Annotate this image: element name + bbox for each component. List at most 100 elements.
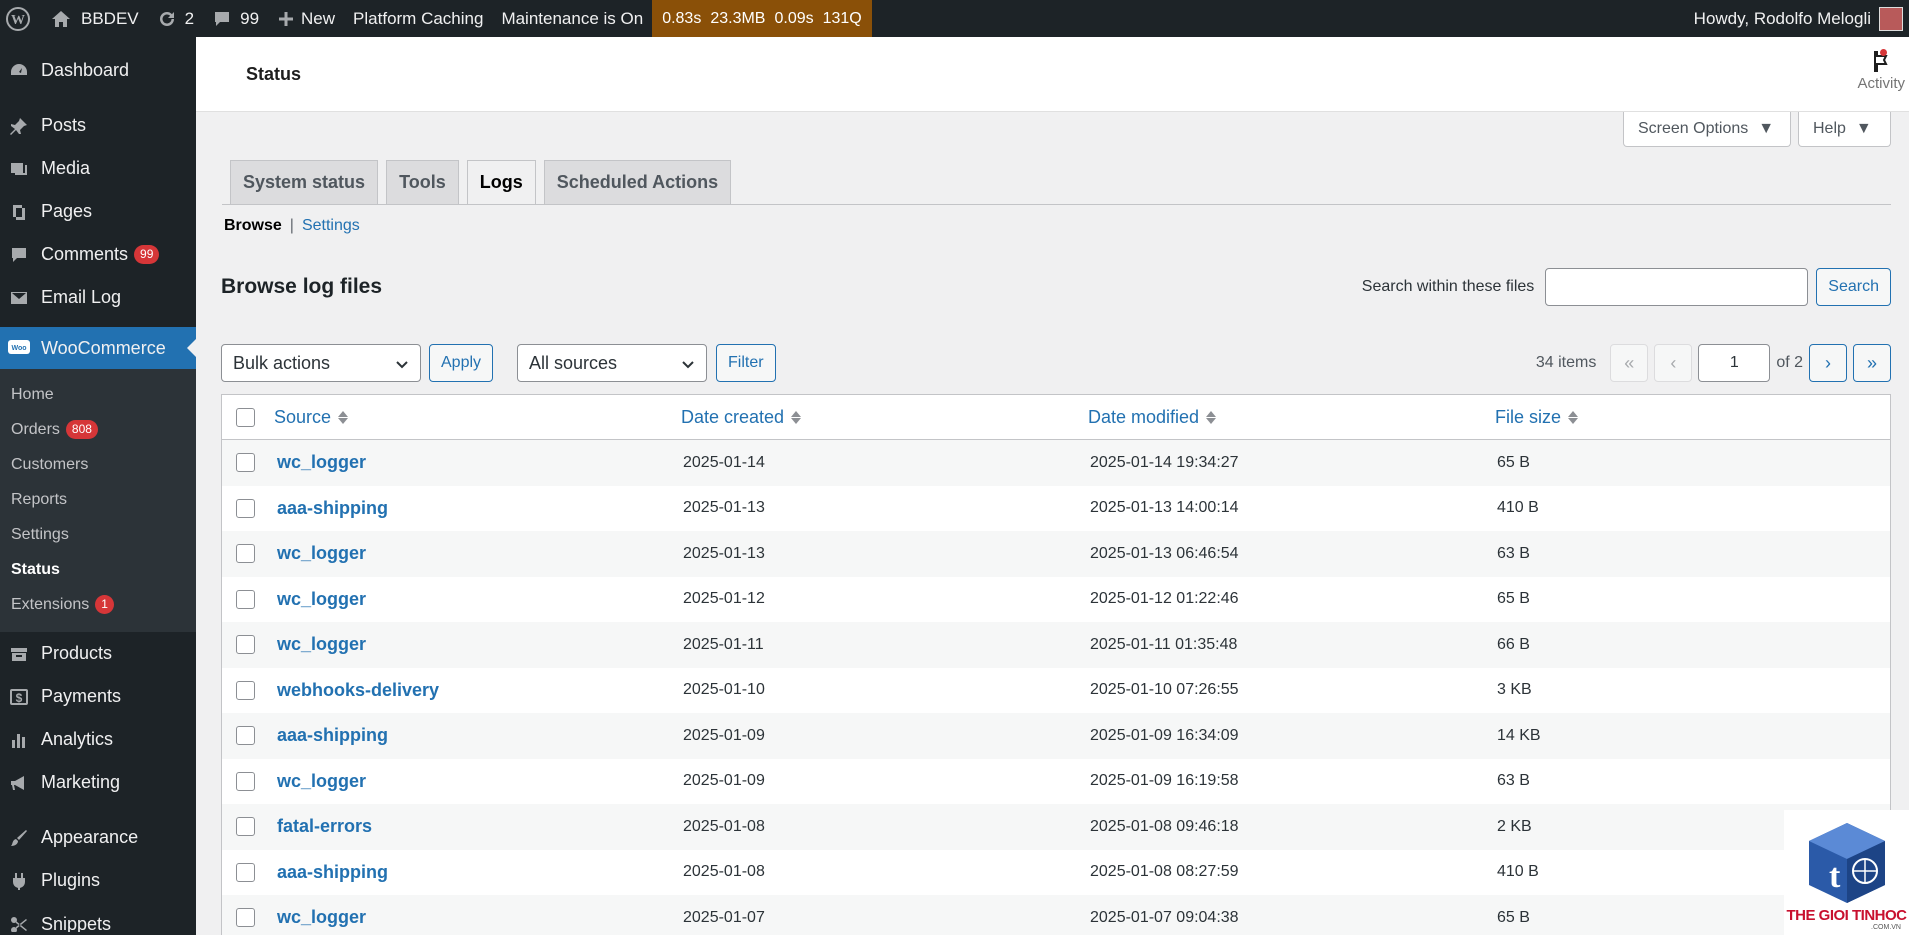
watermark-logo: t THE GIOI TINHOC .COM.VN: [1784, 810, 1909, 935]
submenu-settings[interactable]: Settings: [0, 517, 196, 552]
date-created: 2025-01-07: [683, 908, 765, 926]
menu-label: Media: [41, 158, 91, 178]
current-page-input[interactable]: 1: [1698, 344, 1771, 382]
submenu-home[interactable]: Home: [0, 377, 196, 412]
sort-icon: [791, 410, 802, 424]
filter-button[interactable]: Filter: [716, 344, 776, 382]
row-checkbox[interactable]: [236, 726, 255, 746]
menu-posts[interactable]: Posts: [0, 104, 196, 147]
search-button[interactable]: Search: [1816, 268, 1891, 306]
source-link[interactable]: wc_logger: [277, 634, 366, 655]
menu-comments[interactable]: Comments 99: [0, 233, 196, 276]
menu-dashboard[interactable]: Dashboard: [0, 49, 196, 92]
menu-marketing[interactable]: Marketing: [0, 761, 196, 804]
bulk-actions-select[interactable]: Bulk actions: [221, 344, 421, 382]
column-file-size[interactable]: File size: [1495, 407, 1579, 428]
row-checkbox[interactable]: [236, 862, 255, 882]
menu-email-log[interactable]: Email Log: [0, 276, 196, 319]
menu-payments[interactable]: $ Payments: [0, 675, 196, 718]
menu-products[interactable]: Products: [0, 632, 196, 675]
plus-icon: [279, 11, 294, 26]
file-size: 410 B: [1497, 863, 1539, 881]
my-account[interactable]: Howdy, Rodolfo Melogli: [1693, 6, 1909, 31]
last-page-button[interactable]: »: [1853, 344, 1891, 382]
source-link[interactable]: wc_logger: [277, 452, 366, 473]
date-modified: 2025-01-13 06:46:54: [1090, 544, 1239, 562]
site-name: BBDEV: [81, 8, 139, 28]
next-page-button[interactable]: ›: [1809, 344, 1847, 382]
row-checkbox[interactable]: [236, 817, 255, 837]
tab-scheduled-actions[interactable]: Scheduled Actions: [543, 160, 732, 205]
new-content-link[interactable]: New: [268, 0, 344, 37]
source-link[interactable]: wc_logger: [277, 907, 366, 928]
file-size: 410 B: [1497, 499, 1539, 517]
column-date-created[interactable]: Date created: [681, 407, 802, 428]
file-size: 65 B: [1497, 908, 1530, 926]
query-monitor-stats[interactable]: 0.83s 23.3MB 0.09s 131Q: [652, 0, 872, 37]
plugin-icon: [8, 870, 30, 892]
source-link[interactable]: wc_logger: [277, 543, 366, 564]
submenu-orders[interactable]: Orders 808: [0, 412, 196, 447]
row-checkbox[interactable]: [236, 453, 255, 473]
row-checkbox[interactable]: [236, 498, 255, 518]
howdy-text: Howdy, Rodolfo Melogli: [1693, 8, 1871, 28]
row-checkbox[interactable]: [236, 771, 255, 791]
menu-snippets[interactable]: Snippets: [0, 902, 196, 932]
column-source[interactable]: Source: [274, 407, 349, 428]
submenu-label: Customers: [11, 455, 89, 473]
date-created: 2025-01-09: [683, 772, 765, 790]
submenu-reports[interactable]: Reports: [0, 482, 196, 517]
tab-system-status[interactable]: System status: [230, 160, 379, 205]
prev-page-button[interactable]: ‹: [1654, 344, 1693, 382]
date-created: 2025-01-09: [683, 726, 765, 744]
row-checkbox[interactable]: [236, 908, 255, 928]
submenu-status[interactable]: Status: [0, 552, 196, 587]
comment-icon: [215, 11, 230, 26]
comments-link[interactable]: 99: [203, 0, 268, 37]
source-link[interactable]: webhooks-delivery: [277, 680, 439, 701]
first-page-button[interactable]: «: [1610, 344, 1649, 382]
source-link[interactable]: aaa-shipping: [277, 498, 388, 519]
screen-options-button[interactable]: Screen Options ▼: [1623, 112, 1791, 147]
tab-logs[interactable]: Logs: [466, 160, 536, 205]
submenu-extensions[interactable]: Extensions 1: [0, 587, 196, 622]
source-link[interactable]: wc_logger: [277, 589, 366, 610]
dashboard-icon: [8, 60, 30, 82]
row-checkbox[interactable]: [236, 680, 255, 700]
sources-select[interactable]: All sources: [517, 344, 707, 382]
activity-button[interactable]: Activity: [1857, 49, 1905, 92]
help-label: Help: [1813, 120, 1846, 137]
menu-pages[interactable]: Pages: [0, 190, 196, 233]
menu-media[interactable]: Media: [0, 147, 196, 190]
submenu-customers[interactable]: Customers: [0, 447, 196, 482]
row-checkbox[interactable]: [236, 589, 255, 609]
subnav-settings[interactable]: Settings: [302, 217, 360, 235]
source-link[interactable]: aaa-shipping: [277, 725, 388, 746]
updates-link[interactable]: 2: [148, 0, 203, 37]
column-date-modified[interactable]: Date modified: [1088, 407, 1217, 428]
apply-button[interactable]: Apply: [429, 344, 494, 382]
pushpin-icon: [8, 115, 30, 137]
menu-appearance[interactable]: Appearance: [0, 816, 196, 859]
row-checkbox[interactable]: [236, 635, 255, 655]
source-link[interactable]: fatal-errors: [277, 816, 372, 837]
menu-plugins[interactable]: Plugins: [0, 859, 196, 902]
extensions-badge: 1: [95, 595, 114, 614]
maintenance-link[interactable]: Maintenance is On: [492, 0, 652, 37]
wordpress-logo-icon[interactable]: W: [0, 0, 42, 37]
table-row: wc_logger 2025-01-09 2025-01-09 16:19:58 63…: [222, 759, 1890, 805]
help-button[interactable]: Help ▼: [1798, 112, 1891, 147]
subnav-browse[interactable]: Browse: [224, 217, 282, 235]
menu-woocommerce[interactable]: Woo WooCommerce: [0, 327, 196, 369]
bar-chart-icon: [8, 729, 30, 751]
tab-tools[interactable]: Tools: [386, 160, 459, 205]
platform-caching-link[interactable]: Platform Caching: [344, 0, 492, 37]
menu-analytics[interactable]: Analytics: [0, 718, 196, 761]
source-link[interactable]: aaa-shipping: [277, 862, 388, 883]
site-name-link[interactable]: BBDEV: [42, 0, 148, 37]
row-checkbox[interactable]: [236, 544, 255, 564]
search-input[interactable]: [1545, 268, 1809, 306]
date-modified: 2025-01-13 14:00:14: [1090, 499, 1239, 517]
source-link[interactable]: wc_logger: [277, 771, 366, 792]
select-all-checkbox[interactable]: [236, 407, 255, 427]
